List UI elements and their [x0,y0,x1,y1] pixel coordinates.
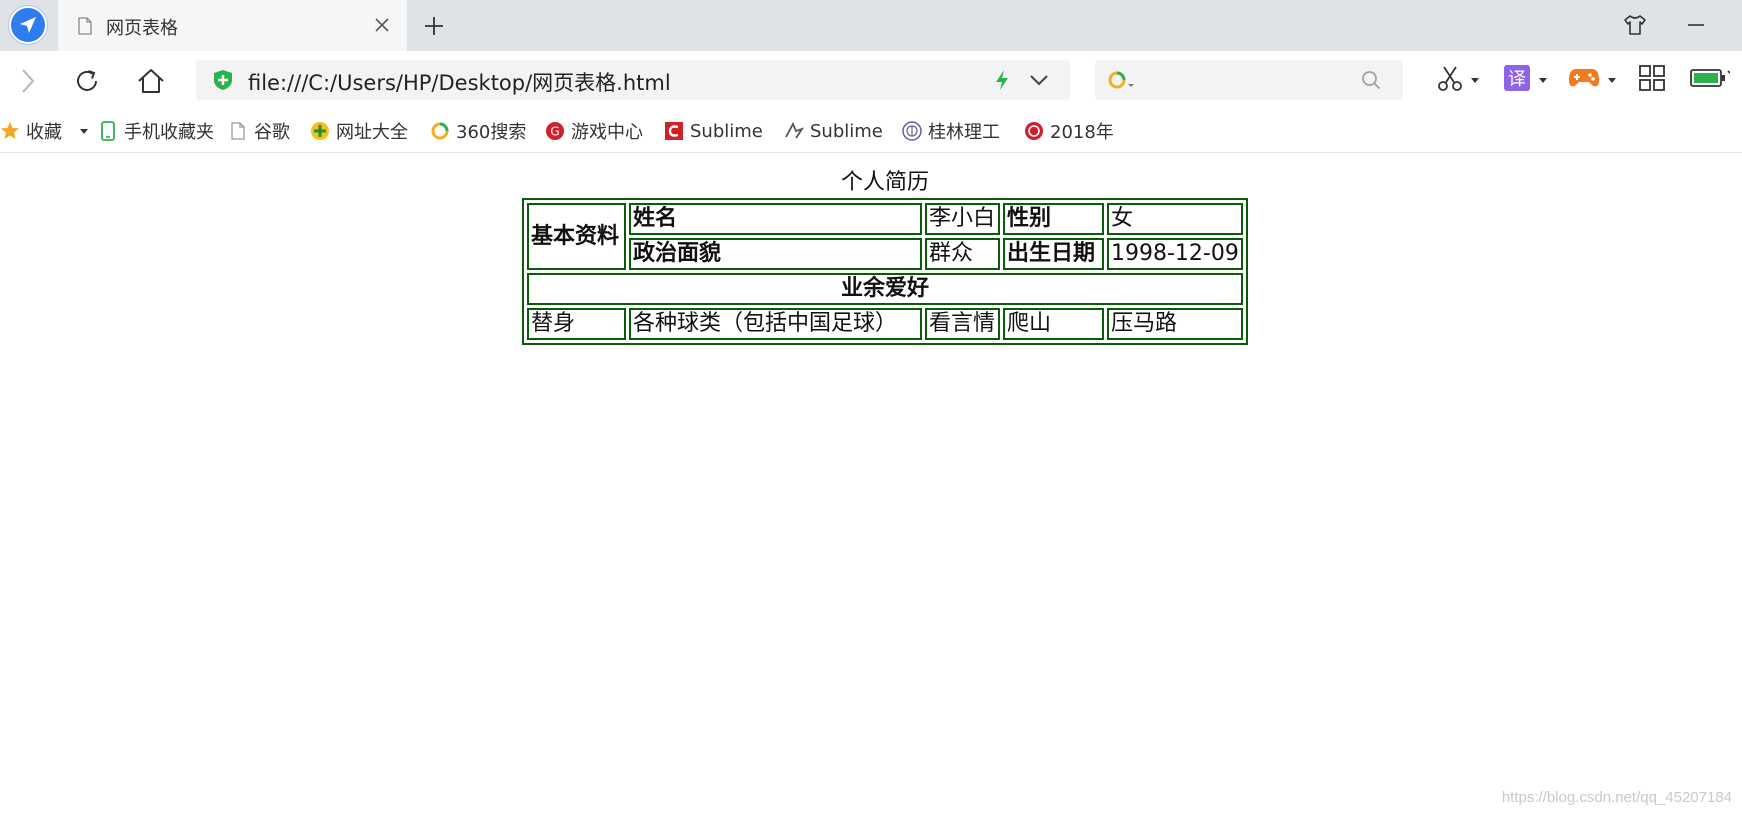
scissors-icon [1437,64,1463,96]
politics-value: 群众 [925,238,1000,270]
address-bar[interactable]: file:///C:/Users/HP/Desktop/网页表格.html [196,60,1070,100]
minimize-button[interactable] [1683,12,1711,40]
reload-button[interactable] [71,65,103,97]
battery-button[interactable] [1690,65,1731,95]
gamepad-icon [1568,66,1600,94]
birth-value: 1998-12-09 [1107,238,1243,270]
doc-icon [228,121,248,141]
search-input[interactable] [1143,66,1349,94]
toolbar: file:///C:/Users/HP/Desktop/网页表格.html 译 [0,51,1742,109]
caret-down-icon [1471,77,1479,83]
hobby-cell: 各种球类（包括中国足球） [629,308,922,340]
search-icon[interactable] [1361,70,1381,94]
hobby-cell: 看言情 [925,308,1000,340]
hobby-header: 业余爱好 [527,273,1243,305]
translate-icon: 译 [1503,64,1531,96]
tab-strip: 网页表格 [0,0,1742,51]
watermark-text: https://blog.csdn.net/qq_45207184 [1501,789,1732,806]
bookmark-game-center[interactable]: G 游戏中心 [545,118,643,144]
page-content: 个人简历 基本资料 姓名 李小白 性别 女 政治面貌 群众 出生日期 1998-… [0,154,1742,814]
game-center-icon: G [545,121,565,141]
bookmark-mobile[interactable]: 手机收藏夹 [98,118,214,144]
bookmark-label: 网址大全 [336,122,408,143]
bookmark-label: 360搜索 [456,122,527,143]
shield-icon[interactable] [212,69,234,95]
sublime-icon [664,121,684,141]
table-row: 替身 各种球类（包括中国足球） 看言情 爬山 压马路 [527,308,1243,340]
caret-down-icon [1539,77,1547,83]
birth-label: 出生日期 [1003,238,1104,270]
new-tab-button[interactable] [420,12,448,40]
url-text[interactable]: file:///C:/Users/HP/Desktop/网页表格.html [248,67,671,97]
chevron-down-icon[interactable] [1028,69,1050,95]
festival-icon [1024,121,1044,141]
name-value: 李小白 [925,203,1000,235]
search-360-icon [430,121,450,141]
basic-info-header: 基本资料 [527,203,626,270]
bookmark-url-directory[interactable]: 网址大全 [310,118,408,144]
caret-down-icon [1608,77,1616,83]
table-row: 政治面貌 群众 出生日期 1998-12-09 [527,238,1243,270]
bookmark-label: 游戏中心 [571,122,643,143]
bookmark-university[interactable]: 桂林理工 [902,118,1000,144]
bookmark-label: 收藏 [26,122,62,143]
politics-label: 政治面貌 [629,238,922,270]
bookmark-label: Sublime [690,120,763,142]
translate-button[interactable]: 译 [1503,65,1547,95]
star-icon [0,121,20,141]
gender-value: 女 [1107,203,1243,235]
tab-active[interactable]: 网页表格 [58,0,407,51]
table-row: 基本资料 姓名 李小白 性别 女 [527,203,1243,270]
plus-globe-icon [310,121,330,141]
phone-icon [98,121,118,141]
close-icon[interactable] [371,14,393,36]
name-label: 姓名 [629,203,922,235]
sublime-alt-icon [784,121,804,141]
resume-table: 个人简历 基本资料 姓名 李小白 性别 女 政治面貌 群众 出生日期 1998-… [522,164,1248,345]
bookmark-google[interactable]: 谷歌 [228,118,290,144]
hobby-cell: 替身 [527,308,626,340]
grid-icon [1638,64,1666,96]
bookmark-360-search[interactable]: 360搜索 [430,118,526,144]
bookmark-label: 2018年 [1050,122,1114,143]
forward-button[interactable] [12,65,44,97]
table-row: 业余爱好 [527,273,1243,305]
university-icon [902,121,922,141]
bookmark-sublime-1[interactable]: Sublime [664,118,763,144]
hobby-cell: 压马路 [1107,308,1243,340]
hobby-cell: 爬山 [1003,308,1104,340]
bookmark-favorites[interactable]: 收藏 [0,118,88,144]
tab-title: 网页表格 [106,18,178,39]
lightning-icon[interactable] [993,69,1011,95]
bookmark-label: 手机收藏夹 [124,122,214,143]
home-button[interactable] [135,65,167,97]
table-caption: 个人简历 [840,170,929,195]
apps-grid-button[interactable] [1638,65,1666,95]
bookmarks-bar: 收藏 手机收藏夹 谷歌 网址大全 360搜索 G 游戏中心 Sublime Su… [0,109,1742,153]
caret-down-icon[interactable] [80,128,88,134]
bookmark-label: 桂林理工 [928,122,1000,143]
search-engine-icon[interactable] [1107,70,1135,94]
search-box[interactable] [1095,60,1403,100]
bookmark-label: Sublime [810,120,883,142]
bookmark-2018[interactable]: 2018年 [1024,118,1114,144]
game-button[interactable] [1568,65,1616,95]
skin-shirt-icon[interactable] [1622,12,1650,40]
bookmark-label: 谷歌 [254,122,290,143]
battery-icon [1690,67,1731,93]
bookmark-sublime-2[interactable]: Sublime [784,118,883,144]
document-icon [78,17,92,39]
browser-logo-icon[interactable] [9,6,47,44]
svg-text:G: G [550,125,559,139]
svg-text:译: 译 [1508,69,1526,90]
screenshot-scissors-button[interactable] [1437,65,1479,95]
gender-label: 性别 [1003,203,1104,235]
